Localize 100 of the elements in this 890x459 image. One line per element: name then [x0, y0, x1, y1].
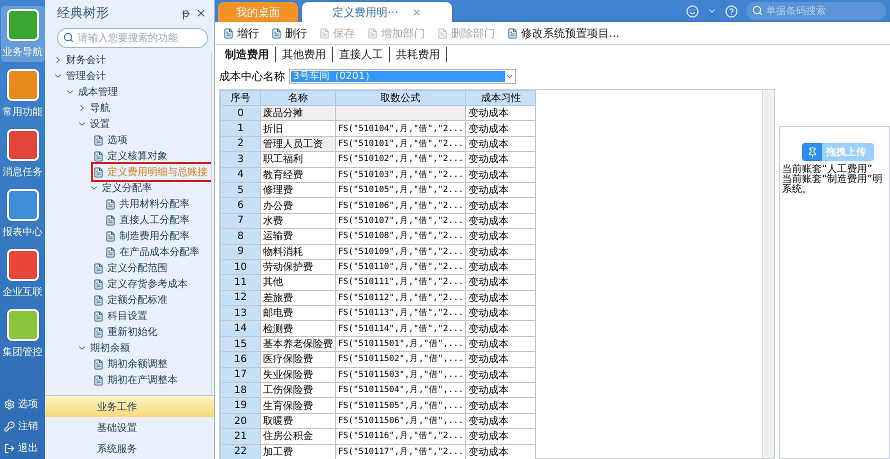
scrollbar[interactable]	[762, 90, 774, 458]
tree-item[interactable]: 定义核算对象	[92, 148, 168, 164]
field-label: 成本中心名称	[219, 68, 285, 84]
column-header: 取数公式	[336, 90, 466, 106]
table-cell: FS("510112",月,"借","2...	[336, 290, 466, 306]
pin-button[interactable]: ᵽ	[182, 6, 190, 20]
row-number: 5	[220, 182, 260, 198]
smiley-icon[interactable]	[686, 4, 699, 18]
table-cell: 变动成本	[466, 259, 536, 275]
table-cell: FS("51011504",月,"借",...	[336, 382, 466, 398]
table-cell: FS("510117",月,"借","2...	[336, 444, 466, 459]
table-cell: 变动成本	[466, 306, 536, 321]
table-cell: 变动成本	[466, 444, 536, 459]
table-cell: 变动成本	[466, 106, 536, 121]
row-number: 4	[220, 167, 260, 182]
tab[interactable]: 共耗费用	[390, 46, 447, 62]
tree-item[interactable]: 在产品成本分配率	[104, 244, 200, 260]
toolbar-button[interactable]: 修改系统预置项目...	[507, 26, 620, 40]
tree-item[interactable]: 共用材料分配率	[104, 196, 190, 212]
tree-item[interactable]: 管理会计	[66, 69, 106, 83]
table-cell: 运输费	[260, 228, 336, 244]
rail-item[interactable]: 企业互联	[0, 246, 44, 302]
rail-button[interactable]: 退出	[0, 439, 45, 457]
tree-item[interactable]: 期初余额调整	[92, 356, 168, 372]
document-icon	[92, 310, 104, 322]
tree-item[interactable]: 定额分配标准	[92, 292, 168, 308]
search-field[interactable]: 单据条码搜索	[746, 2, 886, 20]
table-cell: 检测费	[260, 320, 336, 336]
tree-item[interactable]: 成本管理	[78, 85, 118, 99]
panel-title: 经典树形	[57, 5, 110, 22]
tree-item[interactable]: 制造费用分配率	[104, 228, 190, 244]
table-cell: 变动成本	[466, 213, 536, 229]
row-number: 21	[220, 428, 260, 444]
table-cell: 邮电费	[260, 306, 336, 321]
document-icon	[92, 374, 104, 386]
row-number: 14	[220, 320, 260, 336]
table-cell: 变动成本	[466, 244, 536, 260]
info-text: 当前账套“制造费用”明	[782, 175, 884, 185]
close-button[interactable]: ×	[196, 6, 206, 20]
rail-item[interactable]: 报表中心	[0, 186, 44, 242]
scrollbar[interactable]	[210, 52, 214, 395]
rail-button[interactable]: 选项	[0, 395, 45, 413]
tab[interactable]: 直接人工	[333, 46, 390, 62]
search-field[interactable]: 请输入您要搜索的功能	[57, 28, 208, 48]
nav-item[interactable]: 业务工作	[45, 396, 214, 417]
table-cell: 职工福利	[260, 152, 336, 168]
info-text: 系统。	[782, 185, 813, 195]
tree-item[interactable]: 期初余额	[90, 341, 130, 355]
table-cell: 变动成本	[466, 152, 536, 168]
table-cell: 加工费	[260, 444, 336, 459]
rail-item[interactable]: 常用功能	[0, 66, 44, 122]
table-cell: FS("51011502",月,"借",...	[336, 352, 466, 368]
table-cell: FS("51011503",月,"借",...	[336, 367, 466, 383]
tree-item[interactable]: 科目设置	[92, 308, 148, 324]
document-icon	[104, 246, 116, 258]
table-cell: 变动成本	[466, 182, 536, 198]
table-cell: FS("510109",月,"借","2...	[336, 244, 466, 260]
tree-item[interactable]: 财务会计	[66, 53, 106, 67]
table-cell: 医疗保险费	[260, 352, 336, 368]
tree-item[interactable]: 定义存货参考成本	[92, 276, 188, 292]
table-cell: 其他	[260, 274, 336, 290]
tree-item[interactable]: 重新初始化	[92, 324, 158, 340]
row-number: 19	[220, 398, 260, 414]
table-cell: 变动成本	[466, 367, 536, 383]
tree-item[interactable]: 期初在产调整本	[92, 372, 178, 388]
row-number: 18	[220, 382, 260, 398]
toolbar-button[interactable]: 增行	[223, 26, 259, 40]
tree-item[interactable]: 定义分配范围	[92, 260, 168, 276]
table-cell: 变动成本	[466, 228, 536, 244]
tab[interactable]: 制造费用	[219, 46, 276, 62]
table-cell: 变动成本	[466, 120, 536, 136]
toolbar-button[interactable]: 删行	[271, 26, 307, 40]
help-icon[interactable]	[725, 4, 738, 18]
row-number: 13	[220, 306, 260, 321]
nav-item[interactable]: 系统服务	[45, 438, 214, 459]
rail-item[interactable]: 消息任务	[0, 126, 44, 182]
tree-item[interactable]: 选项	[92, 132, 128, 148]
rail-item[interactable]: 集团管控	[0, 306, 44, 362]
gear-icon	[4, 398, 15, 410]
table-cell: FS("510111",月,"借","2...	[336, 274, 466, 290]
table-cell: 修理费	[260, 182, 336, 198]
tab[interactable]: 定义费用明··· ×	[302, 2, 452, 22]
row-number: 20	[220, 413, 260, 429]
table-cell: FS("510108",月,"借","2...	[336, 228, 466, 244]
rail-button[interactable]: 注销	[0, 417, 45, 435]
row-number: 15	[220, 336, 260, 352]
row-number: 10	[220, 259, 260, 275]
tree-item[interactable]: 导航	[90, 101, 110, 115]
table-cell: FS("510110",月,"借","2...	[336, 259, 466, 275]
tree-item[interactable]: 设置	[90, 117, 110, 131]
tree-item[interactable]: 直接人工分配率	[104, 212, 190, 228]
table-cell: 变动成本	[466, 290, 536, 306]
table-cell: FS("510104",月,"借","2...	[336, 120, 466, 136]
document-icon	[92, 358, 104, 370]
nav-item[interactable]: 基础设置	[45, 417, 214, 438]
tab[interactable]: 其他费用	[276, 46, 333, 62]
tree-item[interactable]: 定义分配率	[102, 181, 152, 195]
column-header: 序号	[220, 90, 260, 106]
table-cell: 水费	[260, 213, 336, 229]
table-cell: 办公费	[260, 198, 336, 214]
